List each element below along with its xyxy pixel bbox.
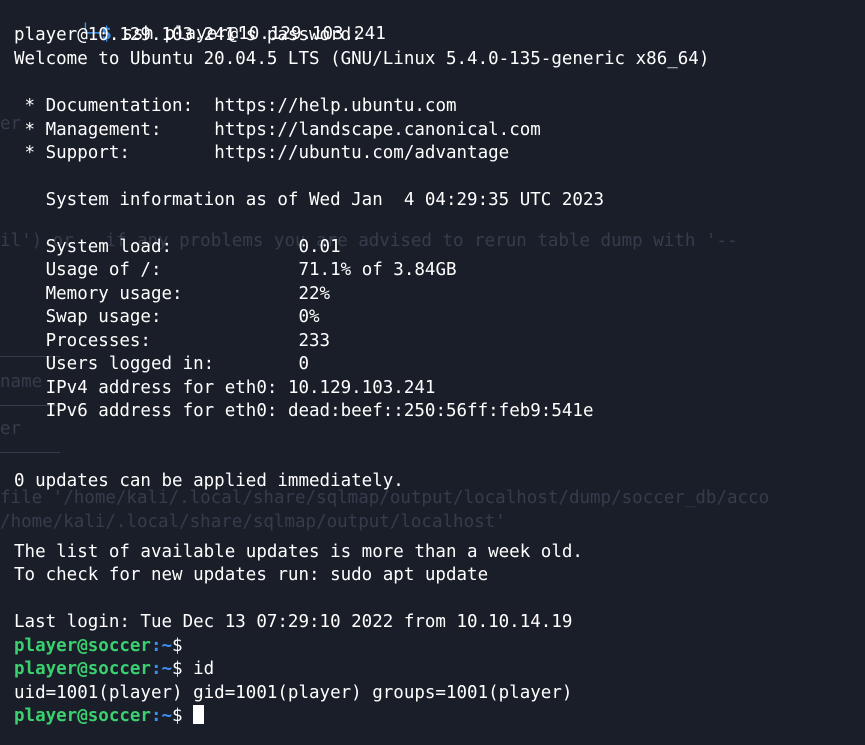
- sysinfo-value: 233: [298, 331, 331, 351]
- ghost-divider: [0, 452, 60, 453]
- sysinfo-value: 0.01: [298, 237, 341, 257]
- doc-link-row: * Documentation: https://help.ubuntu.com: [14, 95, 457, 118]
- text-cursor[interactable]: [192, 705, 204, 724]
- prompt-dollar: $: [172, 636, 183, 656]
- prompt-path: :~: [150, 659, 173, 679]
- sysinfo-label: System load:: [14, 237, 299, 257]
- sysinfo-row: System load: 0.01: [14, 236, 341, 259]
- support-link-row: * Support: https://ubuntu.com/advantage: [14, 142, 510, 165]
- sysinfo-header: System information as of Wed Jan 4 04:29…: [14, 190, 605, 210]
- sysinfo-row: Swap usage: 0%: [14, 306, 320, 329]
- prompt-user: player@soccer: [14, 706, 151, 726]
- sysinfo-row: Memory usage: 22%: [14, 283, 331, 306]
- ghost-text: /home/kali/.local/share/sqlmap/output/lo…: [0, 512, 506, 532]
- sysinfo-value: 71.1% of 3.84GB: [298, 260, 457, 280]
- sysinfo-value: 0%: [298, 307, 320, 327]
- prompt-path: :~: [150, 636, 173, 656]
- sysinfo-label: Users logged in:: [14, 354, 299, 374]
- prompt-user: player@soccer: [14, 636, 151, 656]
- sysinfo-label: Memory usage:: [14, 284, 299, 304]
- shell-prompt: player@soccer:~$: [14, 635, 183, 658]
- sysinfo-label: Swap usage:: [14, 307, 299, 327]
- id-output: uid=1001(player) gid=1001(player) groups…: [14, 683, 573, 703]
- list-old-message: The list of available updates is more th…: [14, 542, 583, 562]
- sysinfo-row: IPv6 address for eth0: dead:beef::250:56…: [14, 400, 594, 423]
- last-login-message: Last login: Tue Dec 13 07:29:10 2022 fro…: [14, 612, 573, 632]
- prompt-dollar: $: [172, 706, 183, 726]
- shell-prompt: player@soccer:~$ id: [14, 658, 214, 681]
- check-updates-message: To check for new updates run: sudo apt u…: [14, 565, 489, 585]
- sysinfo-value: dead:beef::250:56ff:feb9:541e: [287, 401, 594, 421]
- sysinfo-row: Usage of /: 71.1% of 3.84GB: [14, 259, 457, 282]
- updates-message: 0 updates can be applied immediately.: [14, 471, 404, 491]
- terminal-window[interactable]: er - il') or if any problems you are adv…: [0, 0, 865, 745]
- sysinfo-label: IPv6 address for eth0:: [14, 401, 288, 421]
- doc-link-label: * Documentation:: [14, 96, 215, 116]
- prompt-path: :~: [150, 706, 173, 726]
- support-link-label: * Support:: [14, 143, 215, 163]
- sysinfo-value: 0: [298, 354, 310, 374]
- sysinfo-value: 10.129.103.241: [287, 378, 436, 398]
- sysinfo-row: IPv4 address for eth0: 10.129.103.241: [14, 377, 436, 400]
- support-link-url[interactable]: https://ubuntu.com/advantage: [214, 143, 509, 163]
- sysinfo-label: Usage of /:: [14, 260, 299, 280]
- typed-command: id: [182, 659, 215, 679]
- sysinfo-label: IPv4 address for eth0:: [14, 378, 288, 398]
- management-link-row: * Management: https://landscape.canonica…: [14, 119, 541, 142]
- sysinfo-row: Processes: 233: [14, 330, 331, 353]
- sysinfo-value: 22%: [298, 284, 331, 304]
- prompt-dollar: $: [172, 659, 183, 679]
- doc-link-url[interactable]: https://help.ubuntu.com: [214, 96, 456, 116]
- sysinfo-row: Users logged in: 0: [14, 353, 309, 376]
- management-link-label: * Management:: [14, 120, 215, 140]
- sysinfo-label: Processes:: [14, 331, 299, 351]
- prompt-user: player@soccer: [14, 659, 151, 679]
- shell-prompt-active[interactable]: player@soccer:~$: [14, 705, 204, 728]
- management-link-url[interactable]: https://landscape.canonical.com: [214, 120, 541, 140]
- password-prompt: player@10.129.103.241's password:: [14, 25, 362, 45]
- welcome-message: Welcome to Ubuntu 20.04.5 LTS (GNU/Linux…: [14, 49, 710, 69]
